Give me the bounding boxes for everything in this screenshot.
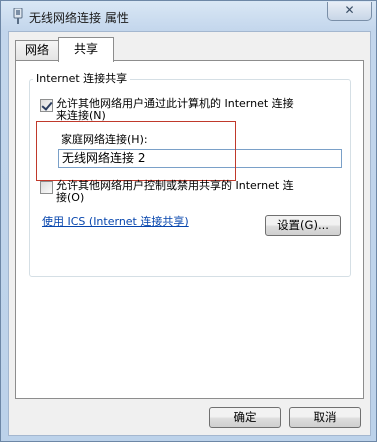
allow-control-label[interactable]: 允许其他网络用户控制或禁用共享的 Internet 连: [56, 180, 294, 192]
home-connection-label: 家庭网络连接(H):: [61, 133, 148, 146]
sharing-tab-page: Internet 连接共享 允许其他网络用户通过此计算机的 Internet 连…: [15, 60, 364, 399]
settings-button[interactable]: 设置(G)...: [265, 215, 341, 236]
title-bar[interactable]: 无线网络连接 属性 ✕: [1, 1, 376, 31]
home-connection-select[interactable]: 无线网络连接 2: [58, 149, 342, 168]
properties-window: 无线网络连接 属性 ✕ 网络 共享 Internet 连接共享 允许其他网络用户…: [0, 0, 377, 442]
allow-control-label-cont[interactable]: 接(O): [56, 192, 84, 204]
dialog-body: 网络 共享 Internet 连接共享 允许其他网络用户通过此计算机的 Inte…: [8, 31, 371, 436]
allow-control-checkbox[interactable]: [40, 181, 53, 194]
network-adapter-icon: [13, 8, 23, 24]
tab-network[interactable]: 网络: [15, 40, 59, 61]
allow-share-checkbox[interactable]: [40, 99, 53, 112]
ok-button[interactable]: 确定: [209, 407, 281, 428]
close-icon: ✕: [344, 3, 355, 17]
ics-group-title: Internet 连接共享: [33, 70, 131, 86]
ics-help-link[interactable]: 使用 ICS (Internet 连接共享): [42, 213, 189, 229]
window-title: 无线网络连接 属性: [29, 11, 129, 25]
tab-sharing[interactable]: 共享: [58, 37, 114, 62]
close-button[interactable]: ✕: [327, 2, 372, 21]
cancel-button[interactable]: 取消: [289, 407, 361, 428]
allow-share-label-cont[interactable]: 来连接(N): [56, 110, 106, 122]
